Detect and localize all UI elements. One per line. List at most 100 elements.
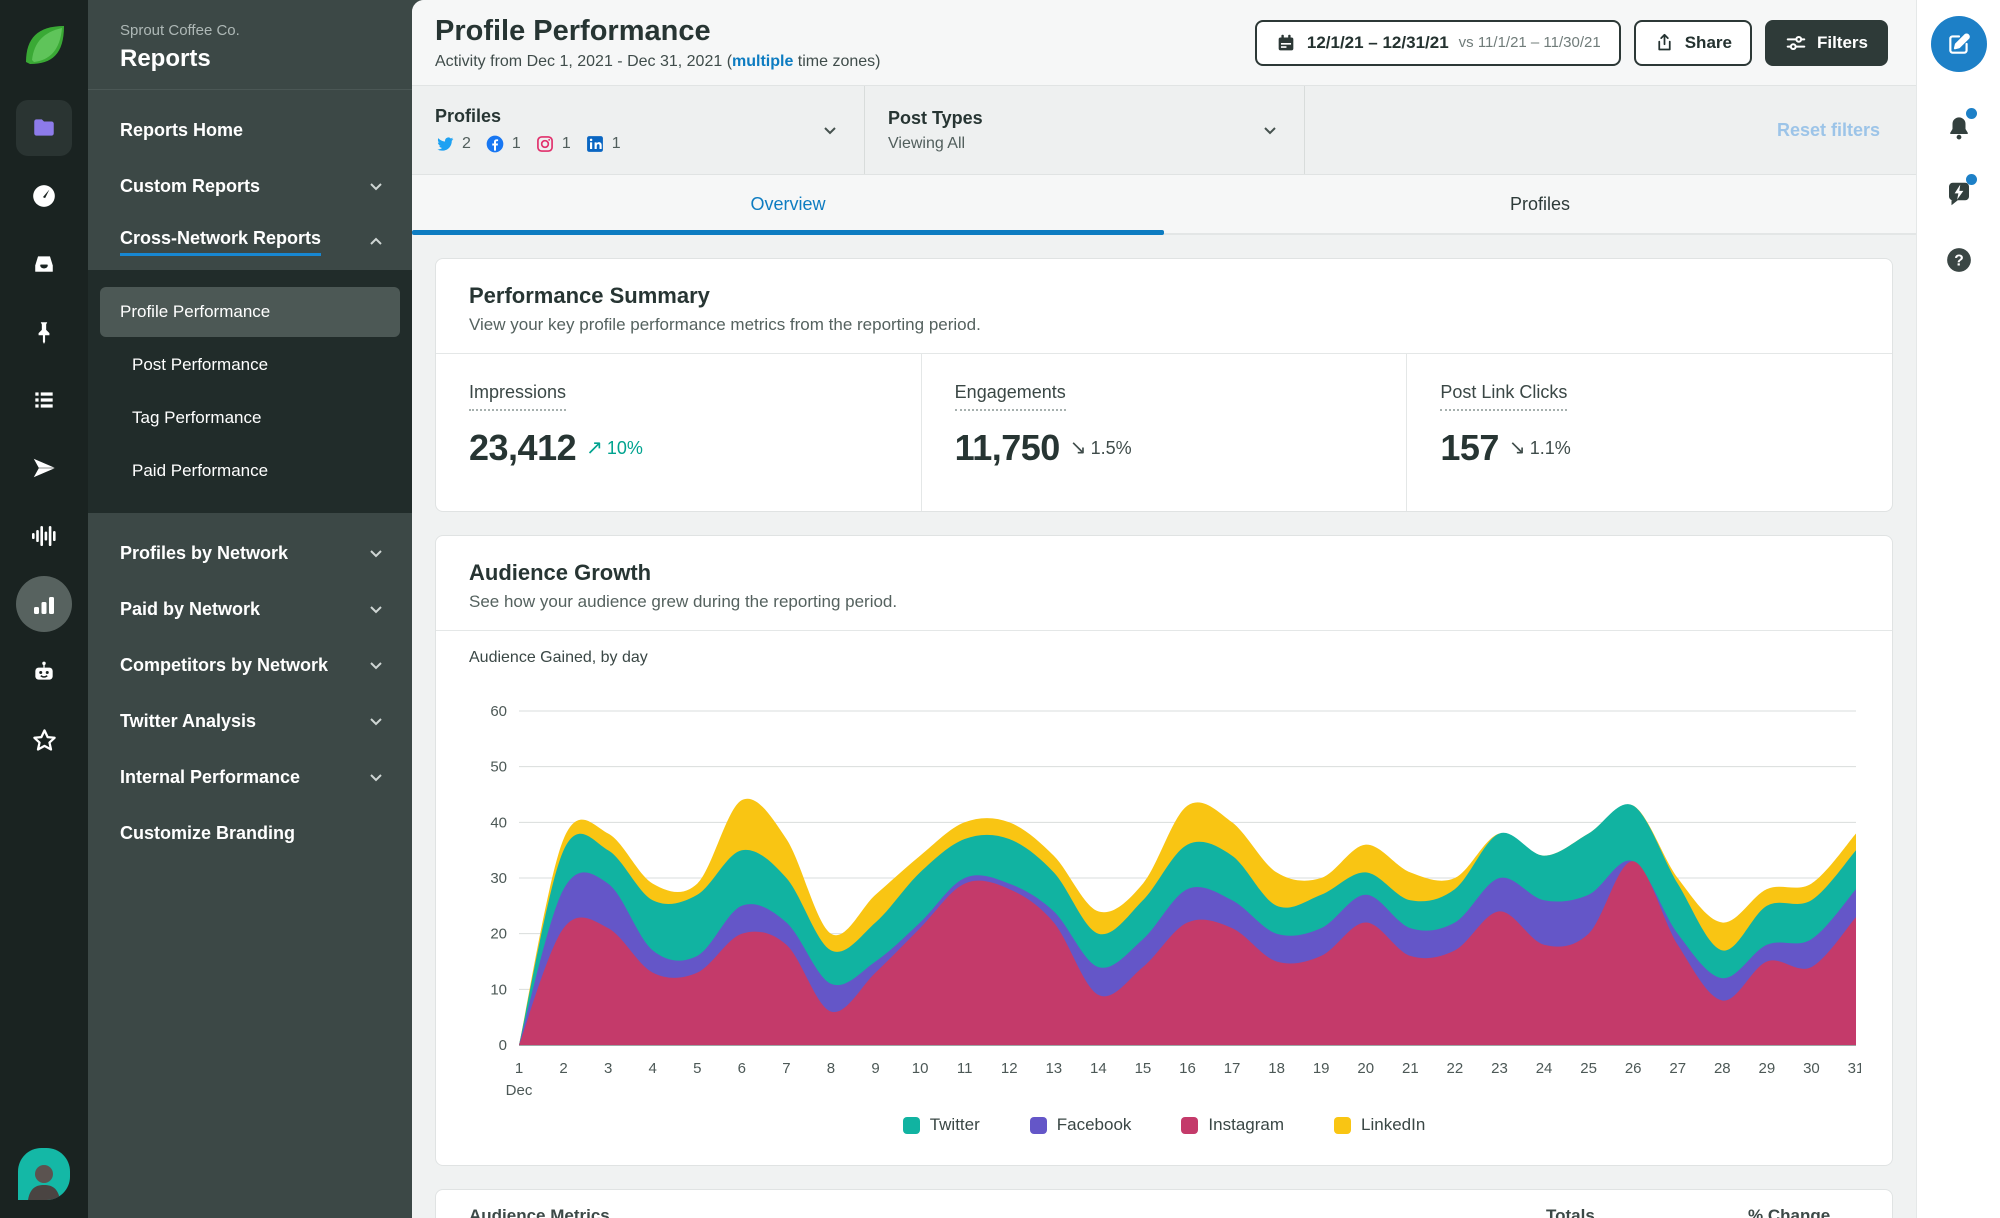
sidebar-item-paid-by-network[interactable]: Paid by Network [88,581,412,637]
svg-text:40: 40 [490,814,507,831]
performance-summary-title: Performance Summary [469,283,710,308]
reports-bar-chart-icon[interactable] [16,576,72,632]
compose-button[interactable] [1930,16,1987,72]
twitter-swatch [902,1116,920,1134]
sidebar-item-custom-reports[interactable]: Custom Reports [88,158,412,214]
submenu-item-tag-performance[interactable]: Tag Performance [100,393,400,443]
svg-text:0: 0 [499,1037,507,1054]
totals-column-header: Totals [1546,1206,1595,1218]
sidebar-item-twitter-analysis[interactable]: Twitter Analysis [88,693,412,749]
folder-nav-icon[interactable] [16,100,72,156]
listening-waveform-icon[interactable] [16,508,72,564]
chevron-down-icon [370,606,382,614]
legend-item-instagram[interactable]: Instagram [1181,1115,1284,1135]
pin-icon[interactable] [16,304,72,360]
share-button[interactable]: Share [1633,19,1752,66]
tab-profiles[interactable]: Profiles [1164,175,1916,233]
engagements-label[interactable]: Engagements [954,382,1066,411]
notifications-button[interactable] [1937,106,1981,150]
icon-rail [0,0,88,1218]
svg-text:5: 5 [693,1060,701,1077]
whats-new-button[interactable] [1937,172,1981,216]
notification-badge [1965,108,1977,119]
legend-item-linkedin[interactable]: LinkedIn [1334,1115,1425,1135]
profiles-filter[interactable]: Profiles 2 1 1 1 [412,86,865,174]
audience-growth-chart: 01020304050601 2 3 4 5 6 7 8 9 10 11 12 13 14 15 16 17 18… [490,703,1861,1099]
date-range-button[interactable]: 12/1/21 – 12/31/21 vs 11/1/21 – 11/30/21 [1254,19,1621,66]
svg-text:25: 25 [1580,1060,1597,1077]
audience-metrics-title: Audience Metrics [469,1206,610,1218]
inbox-icon[interactable] [16,236,72,292]
publishing-plane-icon[interactable] [16,440,72,496]
sidebar-item-competitors-by-network[interactable]: Competitors by Network [88,637,412,693]
svg-text:16: 16 [1179,1060,1196,1077]
post-link-clicks-value: 157 [1440,427,1499,468]
feed-list-icon[interactable] [16,372,72,428]
header-actions: 12/1/21 – 12/31/21 vs 11/1/21 – 11/30/21… [1254,19,1888,66]
user-avatar[interactable] [18,1148,70,1200]
engagements-delta: 1.5% [1070,438,1132,459]
page-subtitle: Activity from Dec 1, 2021 - Dec 31, 2021… [435,52,881,70]
legend-item-facebook[interactable]: Facebook [1029,1115,1131,1135]
submenu-item-paid-performance[interactable]: Paid Performance [100,446,400,496]
sidebar-item-internal-performance[interactable]: Internal Performance [88,749,412,805]
svg-text:6: 6 [738,1060,746,1077]
svg-text:60: 60 [490,703,507,720]
sprout-logo-icon[interactable] [18,18,70,70]
legend-item-twitter[interactable]: Twitter [902,1115,980,1135]
svg-text:28: 28 [1714,1060,1731,1077]
submenu-item-post-performance[interactable]: Post Performance [100,340,400,390]
performance-summary-subtitle: View your key profile performance metric… [469,315,981,334]
twitter-count: 2 [435,134,471,154]
help-button[interactable]: ? [1937,238,1981,282]
favorites-star-icon[interactable] [16,712,72,768]
multiple-timezones-link[interactable]: multiple [732,53,793,70]
svg-text:8: 8 [827,1060,835,1077]
sidebar-item-reports-home[interactable]: Reports Home [88,102,412,158]
svg-text:22: 22 [1447,1060,1464,1077]
org-name: Sprout Coffee Co. [120,22,240,39]
svg-text:10: 10 [490,981,507,998]
sidebar-nav: Reports Home Custom Reports Cross-Networ… [88,90,412,270]
post-link-clicks-label[interactable]: Post Link Clicks [1440,382,1568,411]
chevron-down-icon [370,662,382,670]
sidebar-item-customize-branding[interactable]: Customize Branding [88,805,412,861]
dashboard-gauge-icon[interactable] [16,168,72,224]
impressions-delta: 10% [586,438,643,459]
page-title: Profile Performance [435,14,711,47]
svg-text:4: 4 [649,1060,657,1077]
impressions-label[interactable]: Impressions [469,382,567,411]
trend-down-icon [1070,438,1087,458]
post-types-filter[interactable]: Post Types Viewing All [865,86,1305,174]
chevron-down-icon [824,127,836,135]
engagements-value: 11,750 [954,427,1061,468]
svg-text:20: 20 [490,926,507,943]
svg-text:7: 7 [782,1060,790,1077]
profiles-network-counts: 2 1 1 1 [435,134,621,154]
engagements-metric: Engagements 11,750 1.5% [920,354,1407,511]
svg-text:?: ? [1954,253,1964,270]
post-link-clicks-metric: Post Link Clicks 157 1.1% [1406,354,1892,511]
reset-filters-button[interactable]: Reset filters [1777,120,1880,141]
tab-overview[interactable]: Overview [412,175,1164,235]
bot-icon[interactable] [16,644,72,700]
audience-metrics-card: Audience Metrics Totals % Change [435,1189,1893,1218]
svg-text:24: 24 [1536,1060,1553,1077]
submenu-item-profile-performance[interactable]: Profile Performance [100,287,400,337]
chart-legend: Twitter Facebook Instagram LinkedIn [469,1115,1859,1135]
audience-growth-chart-block: Audience Gained, by day 0 10 20 30 40 50 60 1 2 3… [436,631,1892,1165]
linkedin-count: 1 [585,134,621,154]
filter-bar-right: Reset filters [1305,86,1916,174]
page-title-block: Profile Performance Activity from Dec 1,… [435,15,881,71]
sidebar-title: Reports [120,45,211,72]
sidebar-item-cross-network-reports[interactable]: Cross-Network Reports [88,214,412,270]
audience-growth-title: Audience Growth [469,560,652,585]
instagram-icon [536,136,553,152]
filters-button[interactable]: Filters [1764,19,1888,66]
performance-summary-card: Performance Summary View your key profil… [435,258,1893,512]
audience-growth-card: Audience Growth See how your audience gr… [435,535,1893,1166]
sidebar-item-profiles-by-network[interactable]: Profiles by Network [88,525,412,581]
svg-text:19: 19 [1313,1060,1330,1077]
summary-metrics-row: Impressions 23,412 10% Engagements 11,75… [436,354,1892,511]
profiles-filter-label: Profiles [435,106,502,126]
